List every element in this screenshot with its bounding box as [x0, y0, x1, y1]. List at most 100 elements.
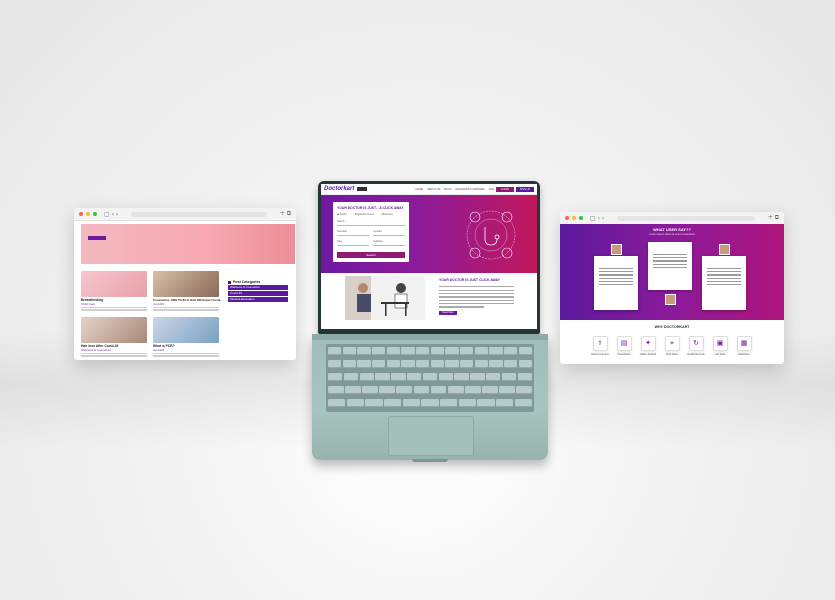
menu-item-diagnostic[interactable]: DIAGNOSTIC CENTRES [456, 188, 485, 191]
keyboard-key[interactable] [454, 373, 469, 381]
keyboard-key[interactable] [416, 360, 430, 368]
keyboard-key[interactable] [407, 373, 422, 381]
keyboard-key[interactable] [328, 373, 343, 381]
keyboard-key[interactable] [328, 399, 346, 407]
keyboard-key[interactable] [386, 360, 400, 368]
category-item[interactable]: Medical Education [228, 297, 288, 302]
keyboard-key[interactable] [464, 386, 481, 394]
available-checkbox[interactable]: Available [373, 240, 405, 246]
keyboard-key[interactable] [365, 399, 383, 407]
address-bar[interactable] [617, 215, 755, 221]
blog-card[interactable]: Coronavirus: SMS TO 80 At Risk Will Expe… [153, 271, 223, 311]
maximize-window-button[interactable] [579, 216, 583, 220]
signup-button[interactable]: SIGN UP [516, 186, 534, 192]
search-input[interactable]: Search [337, 220, 405, 226]
feature-item[interactable]: ✦ Online Consult [638, 336, 658, 356]
keyboard-key[interactable] [458, 399, 476, 407]
minimize-window-button[interactable] [86, 212, 90, 216]
keyboard-key[interactable] [413, 386, 430, 394]
date-input[interactable]: Date [337, 240, 369, 246]
category-item[interactable]: Covid-19 [228, 291, 288, 296]
keyboard-key[interactable] [489, 360, 503, 368]
keyboard-key[interactable] [343, 373, 359, 381]
minimize-window-button[interactable] [572, 216, 576, 220]
keyboard-key[interactable] [401, 360, 415, 368]
keyboard-key[interactable] [447, 386, 464, 394]
keyboard-key[interactable] [501, 373, 517, 381]
new-tab-icon[interactable]: + ⧉ [280, 210, 291, 218]
keyboard-key[interactable] [386, 347, 400, 355]
keyboard-key[interactable] [430, 360, 444, 368]
address-bar[interactable] [131, 211, 267, 217]
read-more-button[interactable]: Read More [439, 311, 457, 315]
keyboard-key[interactable] [375, 373, 390, 381]
keyboard-key[interactable] [342, 360, 356, 368]
keyboard-key[interactable] [422, 373, 438, 381]
keyboard-key[interactable] [391, 373, 406, 381]
keyboard-key[interactable] [460, 360, 474, 368]
keyboard-key[interactable] [401, 347, 415, 355]
keyboard-key[interactable] [516, 386, 532, 394]
keyboard-key[interactable] [445, 347, 459, 355]
keyboard-key[interactable] [359, 373, 374, 381]
keyboard-key[interactable] [438, 373, 453, 381]
keyboard-key[interactable] [496, 399, 514, 407]
site-logo[interactable]: Doctorkart [324, 186, 354, 192]
keyboard-key[interactable] [504, 347, 518, 355]
login-button[interactable]: LOGIN [496, 186, 514, 192]
maximize-window-button[interactable] [93, 212, 97, 216]
keyboard-key[interactable] [460, 347, 474, 355]
radio-doctor[interactable]: ◉ Doctor [337, 213, 347, 216]
feature-item[interactable]: ▦ Medicines [734, 336, 754, 356]
feature-item[interactable]: ↻ Health Records [686, 336, 706, 356]
keyboard-key[interactable] [421, 399, 439, 407]
keyboard-key[interactable] [517, 373, 532, 381]
blog-card[interactable]: What is PCR? Covid19 [153, 317, 219, 357]
close-window-button[interactable] [79, 212, 83, 216]
keyboard-key[interactable] [440, 399, 458, 407]
keyboard-key[interactable] [384, 399, 402, 407]
keyboard-key[interactable] [396, 386, 413, 394]
feature-item[interactable]: ⌖ Find Clinic [662, 336, 682, 356]
feature-item[interactable]: ⚕ Doctor Connect [590, 336, 610, 356]
feature-item[interactable]: ▤ Prescription [614, 336, 634, 356]
blog-card[interactable]: Hair loss After Covid-19 Wellness & Cosm… [81, 317, 147, 357]
keyboard-key[interactable] [514, 399, 532, 407]
menu-item-about[interactable]: ABOUT US [427, 188, 440, 191]
keyboard-key[interactable] [518, 347, 532, 355]
blog-card[interactable]: Breastfeeding Child Care [81, 271, 147, 311]
keyboard-key[interactable] [430, 386, 447, 394]
category-item[interactable]: Wellness & Cosmetics [228, 285, 288, 290]
keyboard-key[interactable] [445, 360, 459, 368]
keyboard-key[interactable] [489, 347, 503, 355]
radio-diagnostic[interactable]: ○ Diagnostic Centre [353, 213, 374, 216]
keyboard-key[interactable] [474, 347, 488, 355]
keyboard-key[interactable] [357, 360, 371, 368]
menu-item-faq[interactable]: FAQ [489, 188, 494, 191]
keyboard-key[interactable] [372, 347, 386, 355]
keyboard-key[interactable] [486, 373, 501, 381]
keyboard-key[interactable] [362, 386, 378, 394]
back-forward-icon[interactable]: ▢ ‹ › [590, 215, 604, 222]
close-window-button[interactable] [565, 216, 569, 220]
location-select[interactable]: Location [373, 230, 405, 236]
search-button[interactable]: Search [337, 252, 405, 258]
keyboard-key[interactable] [328, 386, 344, 394]
keyboard-key[interactable] [402, 399, 420, 407]
radio-pharmacy[interactable]: ○ Pharmacy [380, 213, 393, 216]
keyboard-key[interactable] [346, 399, 364, 407]
new-tab-icon[interactable]: + ⧉ [768, 214, 779, 222]
keyboard-key[interactable] [504, 360, 518, 368]
menu-item-blog[interactable]: BLOG [444, 188, 451, 191]
keyboard-key[interactable] [518, 360, 532, 368]
trackpad[interactable] [388, 416, 474, 456]
keyboard-key[interactable] [477, 399, 495, 407]
back-forward-icon[interactable]: ▢ ‹ › [104, 211, 118, 218]
keyboard-key[interactable] [416, 347, 430, 355]
keyboard-key[interactable] [379, 386, 396, 394]
keyboard-key[interactable] [345, 386, 361, 394]
keyboard-key[interactable] [499, 386, 515, 394]
keyboard-key[interactable] [482, 386, 498, 394]
keyboard-key[interactable] [470, 373, 485, 381]
keyboard-key[interactable] [328, 347, 342, 355]
